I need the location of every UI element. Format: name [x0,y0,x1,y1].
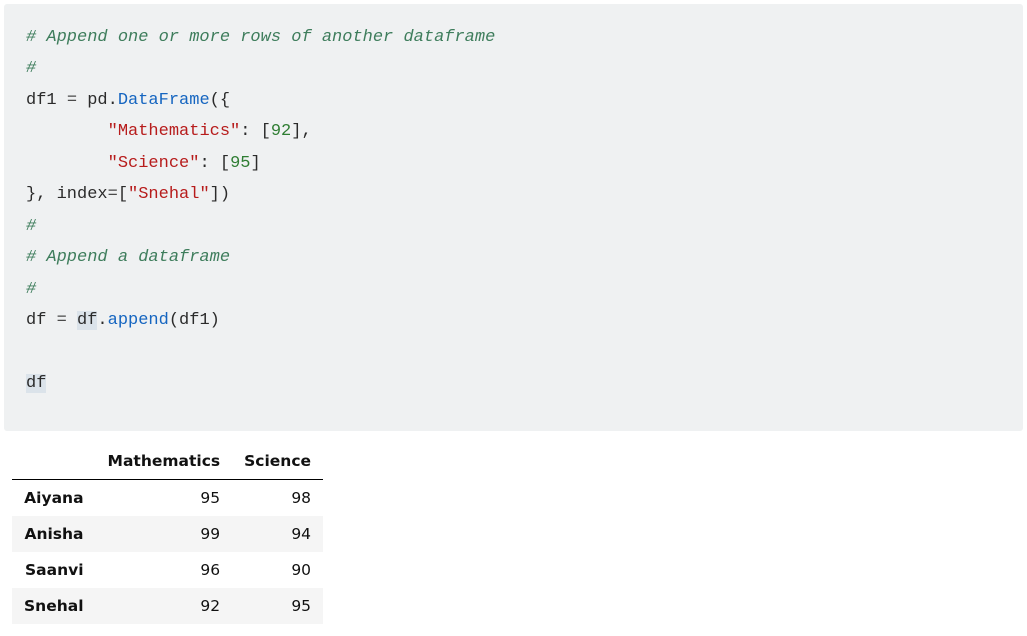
code-token: : [ [240,122,271,141]
code-token: : [ [199,154,230,173]
code-token: ]) [210,185,230,204]
table-cell: 95 [96,480,233,517]
table-cell: 95 [232,588,323,624]
table-row: Saanvi 96 90 [12,552,323,588]
row-index: Saanvi [12,552,96,588]
code-comment: # [26,280,36,299]
code-token: ({ [210,91,230,110]
code-selection: df [77,311,97,330]
code-token: DataFrame [118,91,210,110]
table-cell: 98 [232,480,323,517]
table-row: Snehal 92 95 [12,588,323,624]
code-token: pd [77,91,108,110]
code-token [67,311,77,330]
code-token: (df1) [169,311,220,330]
code-comment: # Append a dataframe [26,248,230,267]
table-row: Anisha 99 94 [12,516,323,552]
code-token: "Snehal" [128,185,210,204]
code-token: = [57,311,67,330]
column-header: Mathematics [96,443,233,480]
code-comment: # [26,217,36,236]
code-token [26,122,108,141]
code-token [26,154,108,173]
code-token: df [26,311,57,330]
code-comment: # Append one or more rows of another dat… [26,28,495,47]
code-token: . [108,91,118,110]
code-cell[interactable]: # Append one or more rows of another dat… [4,4,1023,431]
code-token: 95 [230,154,250,173]
code-token: df1 [26,91,67,110]
code-token: append [108,311,169,330]
code-token: = [67,91,77,110]
column-header: Science [232,443,323,480]
code-token: ], [291,122,311,141]
table-row: Aiyana 95 98 [12,480,323,517]
dataframe-table: Mathematics Science Aiyana 95 98 Anisha … [12,443,323,624]
table-cell: 94 [232,516,323,552]
code-comment: # [26,59,36,78]
code-token: "Science" [108,154,200,173]
table-corner [12,443,96,480]
table-cell: 92 [96,588,233,624]
code-token: }, index [26,185,108,204]
code-token: = [108,185,118,204]
output-area: Mathematics Science Aiyana 95 98 Anisha … [0,431,1027,636]
code-token: 92 [271,122,291,141]
row-index: Snehal [12,588,96,624]
row-index: Aiyana [12,480,96,517]
code-selection: df [26,374,46,393]
table-cell: 99 [96,516,233,552]
table-cell: 90 [232,552,323,588]
row-index: Anisha [12,516,96,552]
code-token: "Mathematics" [108,122,241,141]
code-token: . [97,311,107,330]
code-token: ] [250,154,260,173]
code-token: [ [118,185,128,204]
table-cell: 96 [96,552,233,588]
